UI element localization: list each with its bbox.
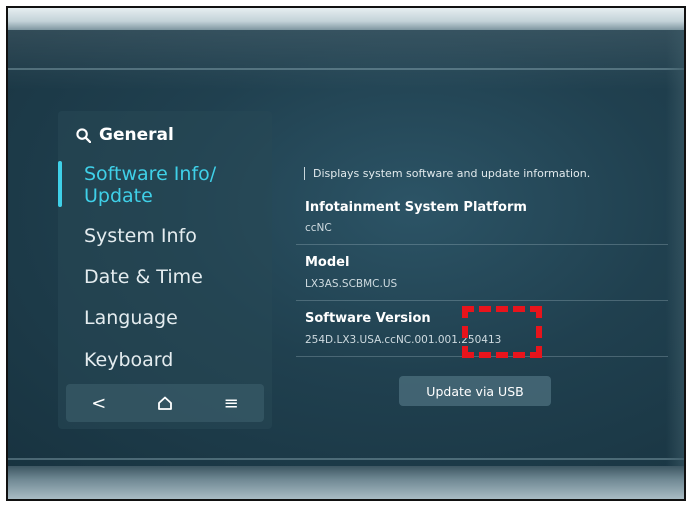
top-bezel (8, 8, 684, 30)
menu-icon[interactable]: ≡ (224, 393, 239, 414)
sidebar-item-system-info[interactable]: System Info (84, 225, 197, 247)
highlight-annotation-box (462, 306, 542, 358)
divider (296, 300, 668, 301)
settings-sidebar: General Software Info/ Update System Inf… (58, 111, 272, 429)
bottom-nav-bar: < ≡ (66, 384, 264, 422)
reflection-line (8, 458, 684, 460)
platform-title: Infotainment System Platform (305, 200, 527, 215)
bottom-bezel (8, 466, 684, 499)
sidebar-item-language[interactable]: Language (84, 307, 178, 329)
software-version-title: Software Version (305, 311, 431, 326)
sidebar-header[interactable]: General (76, 125, 174, 145)
update-via-usb-button[interactable]: Update via USB (399, 376, 551, 406)
model-title: Model (305, 255, 350, 270)
sidebar-item-keyboard[interactable]: Keyboard (84, 349, 173, 371)
main-content: Displays system software and update info… (296, 111, 676, 431)
platform-value: ccNC (305, 222, 332, 234)
reflection-line (8, 68, 684, 70)
search-icon (76, 127, 91, 143)
back-icon[interactable]: < (91, 393, 106, 414)
sidebar-item-date-time[interactable]: Date & Time (84, 266, 203, 288)
page-description: Displays system software and update info… (304, 167, 590, 180)
model-value: LX3AS.SCBMC.US (305, 278, 398, 290)
sidebar-header-label: General (99, 125, 174, 145)
divider (296, 244, 668, 245)
home-icon[interactable] (157, 396, 173, 410)
sidebar-item-software-info[interactable]: Software Info/ Update (84, 163, 216, 207)
screen-glare (8, 30, 684, 90)
active-indicator (58, 161, 62, 207)
screen-photo: General Software Info/ Update System Inf… (6, 6, 686, 501)
